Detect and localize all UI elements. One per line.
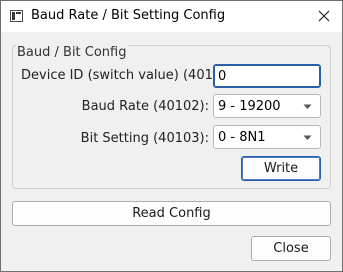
device-id-input[interactable]: 0 <box>213 64 321 88</box>
bit-setting-label: Bit Setting (40103): <box>80 131 209 146</box>
chevron-down-icon <box>303 104 312 109</box>
close-icon[interactable] <box>312 5 336 27</box>
bit-setting-value: 0 - 8N1 <box>218 129 266 145</box>
baud-rate-select[interactable]: 9 - 19200 <box>213 94 321 118</box>
title-bar[interactable]: Baud Rate / Bit Setting Config <box>1 1 342 32</box>
write-button[interactable]: Write <box>241 156 321 181</box>
chevron-down-icon <box>303 135 312 140</box>
window-title: Baud Rate / Bit Setting Config <box>31 8 226 23</box>
group-title: Baud / Bit Config <box>16 45 128 60</box>
baud-rate-label: Baud Rate (40102): <box>81 99 209 114</box>
bit-setting-select[interactable]: 0 - 8N1 <box>213 125 321 149</box>
app-icon <box>10 10 23 22</box>
close-button[interactable]: Close <box>251 236 331 261</box>
baud-rate-value: 9 - 19200 <box>218 98 281 114</box>
device-id-label: Device ID (switch value) (40101): <box>21 68 239 83</box>
read-config-button[interactable]: Read Config <box>12 201 331 226</box>
device-id-value: 0 <box>218 68 227 84</box>
config-dialog: Baud Rate / Bit Setting Config Baud / Bi… <box>0 0 343 272</box>
